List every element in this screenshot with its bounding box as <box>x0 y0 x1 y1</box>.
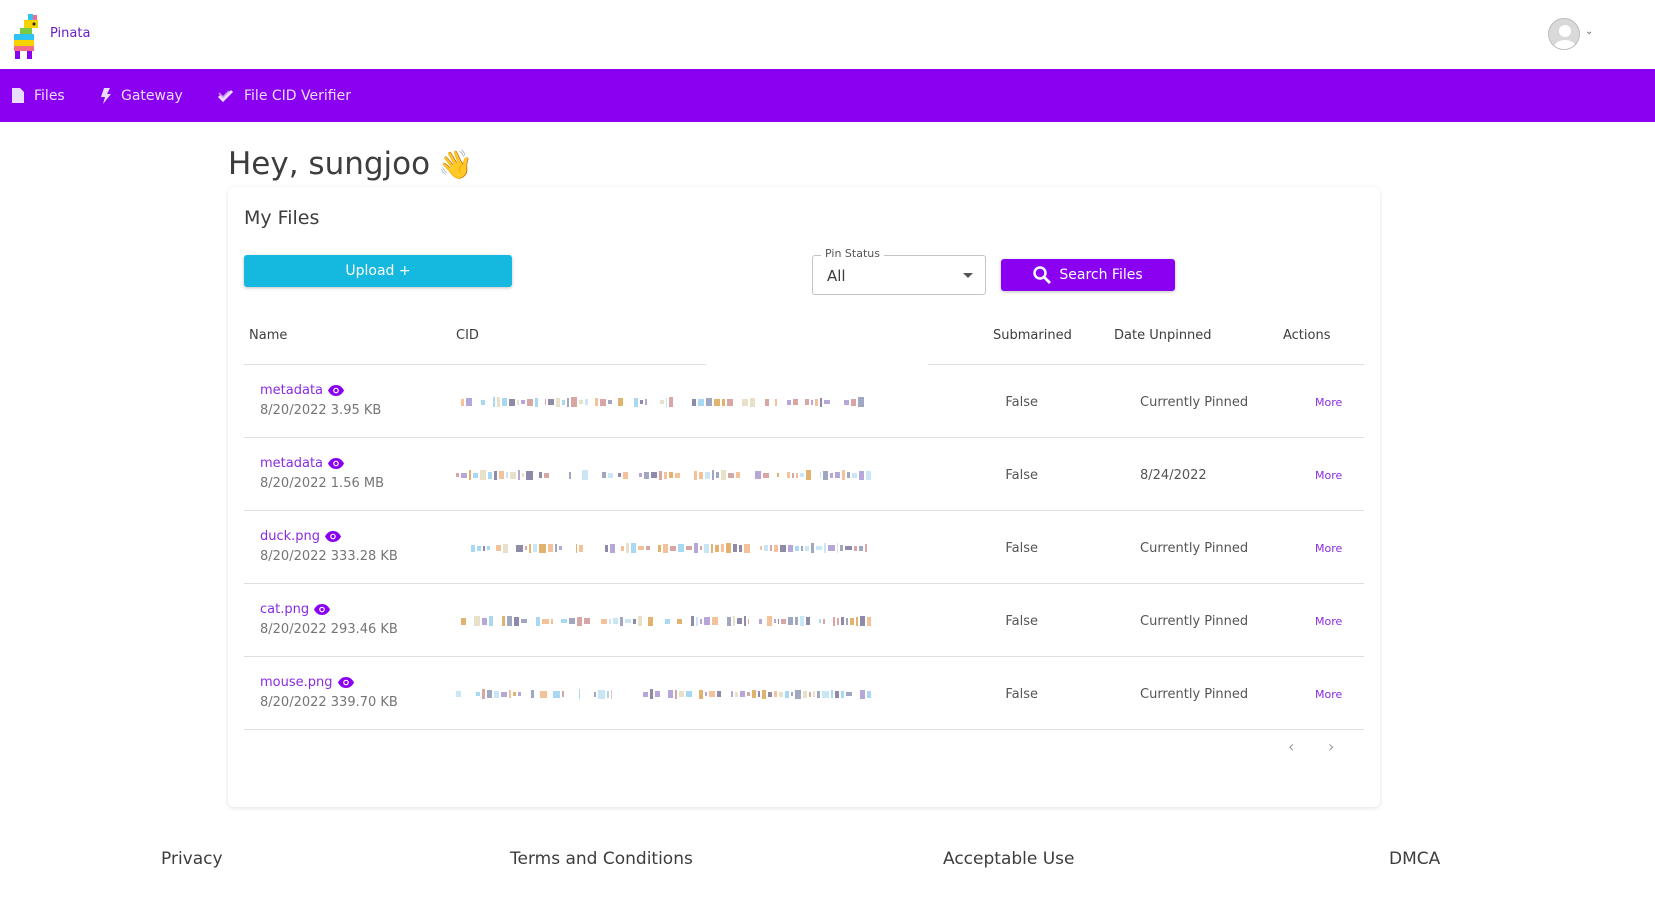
chevron-down-icon[interactable]: ⌄ <box>1585 26 1593 37</box>
footer-link-dmca[interactable]: DMCA <box>1389 849 1440 869</box>
dropdown-arrow-icon <box>963 273 973 278</box>
search-files-label: Search Files <box>1059 267 1143 283</box>
user-avatar-icon[interactable] <box>1548 18 1580 50</box>
file-icon <box>12 88 24 103</box>
card-title: My Files <box>244 207 320 229</box>
nav-item-file-cid-verifier[interactable]: File CID Verifier <box>218 69 351 122</box>
more-actions-link[interactable]: More <box>1315 615 1342 628</box>
submarined-value: False <box>1005 541 1038 556</box>
check-icon <box>218 89 234 103</box>
search-files-button[interactable]: Search Files <box>1001 259 1175 291</box>
column-header-name[interactable]: Name <box>249 328 287 343</box>
submarined-value: False <box>1005 468 1038 483</box>
column-header-date-unpinned[interactable]: Date Unpinned <box>1114 328 1212 343</box>
pin-status-value: All <box>827 267 846 285</box>
footer-link-privacy[interactable]: Privacy <box>161 849 223 869</box>
table-row: metadata 8/20/2022 3.95 KB False Current… <box>244 365 1364 438</box>
submarined-value: False <box>1005 687 1038 702</box>
waving-hand-icon: 👋 <box>438 147 473 181</box>
column-header-actions[interactable]: Actions <box>1283 328 1331 343</box>
date-unpinned-value: Currently Pinned <box>1140 687 1249 702</box>
main-nav: Files Gateway File CID Verifier <box>0 69 1655 122</box>
more-actions-link[interactable]: More <box>1315 469 1342 482</box>
more-actions-link[interactable]: More <box>1315 688 1342 701</box>
pin-status-select[interactable]: Pin Status All <box>812 247 986 295</box>
table-row: cat.png 8/20/2022 293.46 KB False Curren… <box>244 584 1364 657</box>
search-icon <box>1033 266 1052 284</box>
pin-status-label: Pin Status <box>821 247 884 260</box>
submarined-value: False <box>1005 614 1038 629</box>
files-card: My Files Upload + Pin Status All Search … <box>228 187 1380 807</box>
column-header-cid[interactable]: CID <box>456 328 479 343</box>
date-unpinned-value: Currently Pinned <box>1140 614 1249 629</box>
greeting-text: Hey, sungjoo <box>228 146 431 182</box>
nav-item-files[interactable]: Files <box>12 69 65 122</box>
pagination-prev-button[interactable]: ‹ <box>1288 737 1294 756</box>
table-row: duck.png 8/20/2022 333.28 KB False Curre… <box>244 511 1364 584</box>
submarined-value: False <box>1005 395 1038 410</box>
date-unpinned-value: Currently Pinned <box>1140 541 1249 556</box>
nav-item-label: Files <box>34 87 65 104</box>
table-row: mouse.png 8/20/2022 339.70 KB False Curr… <box>244 657 1364 730</box>
page-title: Hey, sungjoo 👋 <box>228 146 473 182</box>
footer-link-terms[interactable]: Terms and Conditions <box>510 849 693 869</box>
pagination-next-button[interactable]: › <box>1328 737 1334 756</box>
upload-button[interactable]: Upload + <box>244 255 512 287</box>
date-unpinned-value: 8/24/2022 <box>1140 468 1207 483</box>
footer-link-acceptable-use[interactable]: Acceptable Use <box>943 849 1075 869</box>
pinata-logo-icon[interactable] <box>10 12 42 60</box>
bolt-icon <box>100 87 111 104</box>
top-bar: Pinata ⌄ <box>0 0 1655 69</box>
column-header-submarined[interactable]: Submarined <box>993 328 1072 343</box>
more-actions-link[interactable]: More <box>1315 396 1342 409</box>
more-actions-link[interactable]: More <box>1315 542 1342 555</box>
brand-name[interactable]: Pinata <box>50 26 90 41</box>
table-row: metadata 8/20/2022 1.56 MB False 8/24/20… <box>244 438 1364 511</box>
nav-item-label: File CID Verifier <box>244 87 351 104</box>
date-unpinned-value: Currently Pinned <box>1140 395 1249 410</box>
nav-item-gateway[interactable]: Gateway <box>100 69 183 122</box>
nav-item-label: Gateway <box>121 87 183 104</box>
